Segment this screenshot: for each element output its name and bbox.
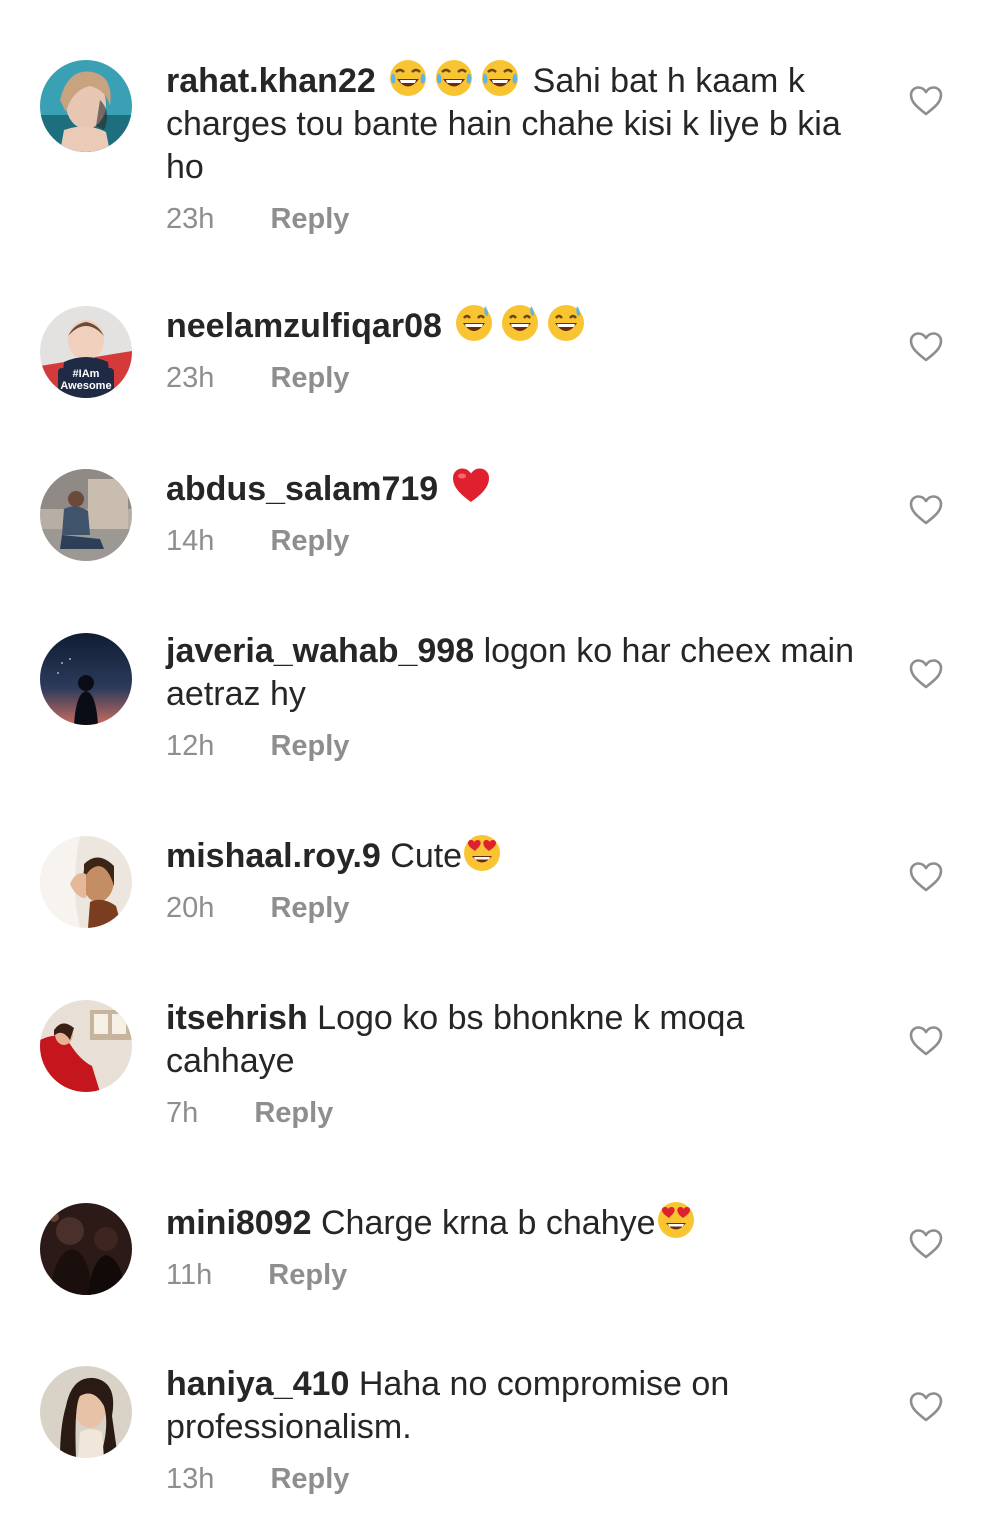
reply-button[interactable]: Reply — [270, 1462, 349, 1496]
comment-body: itsehrish Logo ko bs bhonkne k moqa cahh… — [166, 997, 881, 1130]
avatar-caption: #IAm Awesome — [60, 368, 112, 392]
comment-text-block: javeria_wahab_998 logon ko har cheex mai… — [166, 630, 881, 716]
comment-text-block: rahat.khan22 Sahi bat h kaam k charges t… — [166, 58, 881, 189]
face-with-tears-of-joy-icon — [388, 58, 428, 98]
grinning-face-with-sweat-icon — [546, 303, 586, 343]
comment-timestamp: 7h — [166, 1097, 199, 1129]
avatar[interactable] — [40, 836, 132, 928]
comment-body: javeria_wahab_998 logon ko har cheex mai… — [166, 630, 881, 763]
face-with-tears-of-joy-icon — [480, 58, 520, 98]
reply-button[interactable]: Reply — [270, 361, 349, 395]
avatar[interactable] — [40, 1000, 132, 1092]
heart-outline-icon[interactable] — [909, 494, 943, 526]
face-with-tears-of-joy-icon — [434, 58, 474, 98]
comment-username[interactable]: javeria_wahab_998 — [166, 632, 474, 670]
avatar[interactable] — [40, 60, 132, 152]
avatar[interactable] — [40, 1366, 132, 1458]
comment-text-block: mishaal.roy.9 Cute — [166, 833, 881, 878]
comment-username[interactable]: mishaal.roy.9 — [166, 837, 381, 875]
comment-timestamp: 23h — [166, 203, 215, 235]
comment-username[interactable]: rahat.khan22 — [166, 62, 376, 100]
avatar[interactable] — [40, 469, 132, 561]
comment-text-block: haniya_410 Haha no compromise on profess… — [166, 1363, 881, 1449]
comment-timestamp: 14h — [166, 525, 215, 557]
comment-timestamp: 12h — [166, 730, 215, 762]
avatar[interactable]: #IAm Awesome — [40, 306, 132, 398]
grinning-face-with-sweat-icon — [454, 303, 494, 343]
heart-outline-icon[interactable] — [909, 658, 943, 690]
reply-button[interactable]: Reply — [268, 1258, 347, 1292]
comment-meta: 23h Reply — [166, 361, 881, 395]
comment-meta: 12h Reply — [166, 729, 881, 763]
comment-meta: 7h Reply — [166, 1096, 881, 1130]
comment-body: mishaal.roy.9 Cute 20h Reply — [166, 833, 881, 925]
red-heart-icon — [451, 466, 491, 506]
comment-text-block: neelamzulfiqar08 — [166, 303, 881, 348]
comment-username[interactable]: abdus_salam719 — [166, 470, 438, 508]
heart-outline-icon[interactable] — [909, 331, 943, 363]
reply-button[interactable]: Reply — [270, 891, 349, 925]
reply-button[interactable]: Reply — [254, 1096, 333, 1130]
comment-text-block: itsehrish Logo ko bs bhonkne k moqa cahh… — [166, 997, 881, 1083]
smiling-face-with-heart-eyes-icon — [462, 833, 502, 873]
smiling-face-with-heart-eyes-icon — [656, 1200, 696, 1240]
comment-timestamp: 13h — [166, 1463, 215, 1495]
comment-meta: 13h Reply — [166, 1462, 881, 1496]
comment-body: haniya_410 Haha no compromise on profess… — [166, 1363, 881, 1496]
comment-meta: 14h Reply — [166, 524, 881, 558]
comment-meta: 11h Reply — [166, 1258, 881, 1292]
heart-outline-icon[interactable] — [909, 1391, 943, 1423]
comment-timestamp: 20h — [166, 892, 215, 924]
reply-button[interactable]: Reply — [270, 524, 349, 558]
comment-timestamp: 11h — [166, 1259, 213, 1291]
comment-text: Charge krna b chahye — [320, 1204, 656, 1242]
comment-text-block: mini8092 Charge krna b chahye — [166, 1200, 881, 1245]
comment-username[interactable]: mini8092 — [166, 1204, 312, 1242]
reply-button[interactable]: Reply — [270, 202, 349, 236]
comment-meta: 23h Reply — [166, 202, 881, 236]
comment-body: neelamzulfiqar08 23h Reply — [166, 303, 881, 395]
avatar[interactable] — [40, 633, 132, 725]
comment-body: mini8092 Charge krna b chahye 11h Reply — [166, 1200, 881, 1292]
grinning-face-with-sweat-icon — [500, 303, 540, 343]
comment-body: rahat.khan22 Sahi bat h kaam k charges t… — [166, 58, 881, 236]
heart-outline-icon[interactable] — [909, 85, 943, 117]
comment-username[interactable]: itsehrish — [166, 999, 308, 1037]
reply-button[interactable]: Reply — [270, 729, 349, 763]
comment-meta: 20h Reply — [166, 891, 881, 925]
heart-outline-icon[interactable] — [909, 1228, 943, 1260]
comment-username[interactable]: neelamzulfiqar08 — [166, 307, 442, 345]
comment-username[interactable]: haniya_410 — [166, 1365, 349, 1403]
comment-body: abdus_salam719 14h Reply — [166, 466, 881, 558]
avatar[interactable] — [40, 1203, 132, 1295]
comment-timestamp: 23h — [166, 362, 215, 394]
heart-outline-icon[interactable] — [909, 1025, 943, 1057]
comment-text-block: abdus_salam719 — [166, 466, 881, 511]
heart-outline-icon[interactable] — [909, 861, 943, 893]
comment-text: Cute — [390, 837, 463, 875]
